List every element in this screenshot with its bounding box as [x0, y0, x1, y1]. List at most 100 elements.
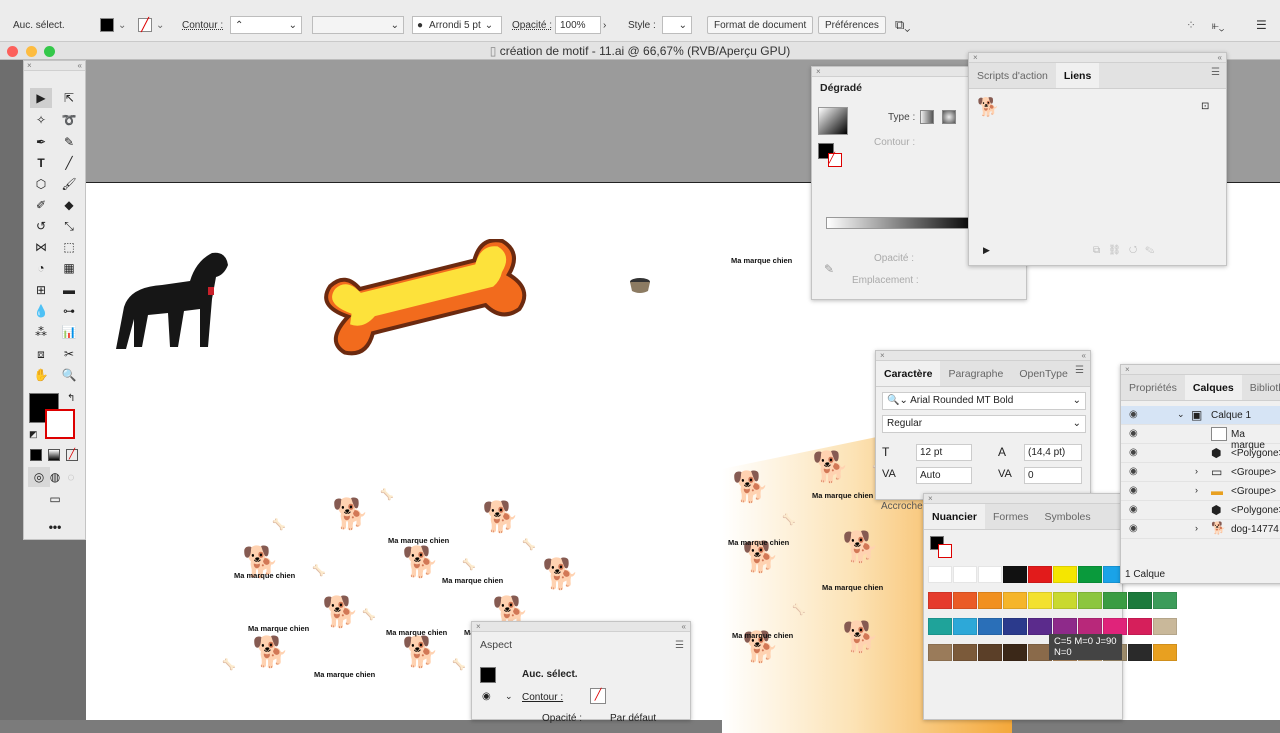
tab-opentype[interactable]: OpenType	[1011, 361, 1075, 386]
link-actions[interactable]: ⧉⛓↺✎	[1093, 245, 1162, 256]
stroke-weight-field[interactable]: ⌃ ⌄	[230, 15, 302, 35]
tab-character[interactable]: Caractère	[876, 361, 941, 386]
gradient-stroke-swatch[interactable]: ╱	[828, 153, 842, 167]
polygon-tool-icon[interactable]: ⬡	[30, 174, 52, 194]
close-panel-icon[interactable]: ×	[924, 494, 1122, 504]
close-window-icon[interactable]	[7, 46, 18, 57]
tab-links[interactable]: Liens	[1055, 63, 1100, 88]
minimize-window-icon[interactable]	[26, 46, 37, 57]
swatch[interactable]	[928, 644, 952, 661]
close-panel-icon[interactable]: ×	[880, 351, 885, 360]
line-tool-icon[interactable]: ╱	[58, 153, 80, 173]
swatch[interactable]	[953, 566, 977, 583]
panel-menu-icon[interactable]: ☰	[1075, 365, 1084, 376]
more-tools-icon[interactable]: •••	[44, 517, 66, 537]
none-mode-icon[interactable]: ╱	[66, 449, 78, 461]
appearance-stroke-label[interactable]: Contour :	[522, 692, 563, 703]
font-family-select[interactable]: 🔍⌄ Arial Rounded MT Bold ⌄	[882, 392, 1086, 410]
variable-width-select[interactable]: ⌄	[312, 15, 404, 35]
swatch[interactable]	[1028, 566, 1052, 583]
link-thumbnail-dog[interactable]: 🐕	[977, 97, 999, 118]
swatch[interactable]	[1128, 618, 1152, 635]
appearance-stroke-swatch[interactable]: ╱	[590, 688, 606, 704]
layer-row[interactable]: ◉ Ma marque	[1121, 425, 1280, 451]
kerning-field[interactable]: Auto	[916, 467, 972, 484]
gradient-swatch[interactable]	[818, 107, 848, 135]
swatch[interactable]	[1003, 618, 1027, 635]
width-tool-icon[interactable]: ⋈	[30, 237, 52, 257]
linear-gradient-icon[interactable]	[920, 110, 934, 124]
gradient-slider[interactable]	[826, 217, 976, 229]
layer-row[interactable]: ◉ ⬢ <Polygone>	[1121, 501, 1280, 520]
swatch[interactable]	[978, 644, 1002, 661]
scale-tool-icon[interactable]: ⤡	[58, 216, 80, 236]
eraser-tool-icon[interactable]: ◆	[58, 195, 80, 215]
close-panel-icon[interactable]: ×	[973, 53, 978, 62]
swatch[interactable]	[1078, 592, 1102, 609]
gradient-mode-icon[interactable]	[48, 449, 60, 461]
close-panel-icon[interactable]: ×	[27, 61, 32, 70]
mesh-tool-icon[interactable]: ⊞	[30, 280, 52, 300]
expand-chevron-icon[interactable]: ›	[1195, 523, 1198, 533]
artboard-tool-icon[interactable]: ⧈	[30, 344, 52, 364]
swatch[interactable]	[1078, 618, 1102, 635]
swatch[interactable]	[978, 618, 1002, 635]
collapse-panel-icon[interactable]: «	[1082, 351, 1086, 360]
swatch[interactable]	[928, 618, 952, 635]
free-transform-tool-icon[interactable]: ⬚	[58, 237, 80, 257]
visibility-icon[interactable]: ◉	[1129, 466, 1138, 477]
bone-image[interactable]	[312, 239, 542, 357]
tab-properties[interactable]: Propriétés	[1121, 375, 1185, 400]
swatch[interactable]	[1053, 618, 1077, 635]
collapse-panel-icon[interactable]: «	[682, 622, 686, 631]
visibility-icon[interactable]: ◉	[1129, 485, 1138, 496]
font-style-select[interactable]: Regular ⌄	[882, 415, 1086, 433]
expand-chevron-icon[interactable]: ⌄	[1177, 409, 1185, 420]
leading-field[interactable]: (14,4 pt)	[1024, 444, 1082, 461]
brand-text[interactable]: Ma marque chien	[731, 256, 792, 265]
preferences-button[interactable]: Préférences	[818, 15, 886, 35]
visibility-icon[interactable]: ◉	[1129, 504, 1138, 515]
grid-icon[interactable]: ⁘	[1186, 15, 1196, 35]
swatch[interactable]	[1053, 566, 1077, 583]
rotate-tool-icon[interactable]: ↺	[30, 216, 52, 236]
shaper-tool-icon[interactable]: ✐	[30, 195, 52, 215]
panel-menu-icon[interactable]: ☰	[1211, 67, 1220, 78]
gradient-tool-icon[interactable]: ▬	[58, 280, 80, 300]
zoom-tool-icon[interactable]: 🔍	[58, 365, 80, 385]
type-tool-icon[interactable]: T	[30, 153, 52, 173]
current-stroke-swatch[interactable]	[938, 544, 952, 558]
swatch[interactable]	[1128, 644, 1152, 661]
shape-builder-tool-icon[interactable]: ◔	[30, 258, 52, 278]
list-icon[interactable]: ☰	[1256, 15, 1267, 35]
brush-tool-icon[interactable]: 🖌	[58, 174, 80, 194]
visibility-icon[interactable]: ◉	[1129, 523, 1138, 534]
swatch[interactable]	[1028, 618, 1052, 635]
panel-menu-icon[interactable]: ☰	[675, 640, 684, 651]
eyedropper-icon[interactable]: ✎	[824, 262, 834, 276]
swatch[interactable]	[953, 618, 977, 635]
stroke-label[interactable]: Contour :	[182, 15, 223, 35]
blend-tool-icon[interactable]: ⊶	[58, 301, 80, 321]
symbol-sprayer-tool-icon[interactable]: ⁂	[30, 322, 52, 342]
draw-inside-icon[interactable]: ◌	[60, 467, 82, 487]
swatch[interactable]	[978, 592, 1002, 609]
swatch[interactable]	[953, 592, 977, 609]
collapse-panel-icon[interactable]: «	[78, 61, 82, 70]
curvature-tool-icon[interactable]: ✎	[58, 132, 80, 152]
close-panel-icon[interactable]: ×	[1121, 365, 1280, 375]
arrange-icon[interactable]: ⧉⌄	[895, 15, 910, 35]
direct-selection-tool-icon[interactable]: ⇱	[58, 88, 80, 108]
layer-row[interactable]: ◉ › ▬ <Groupe>	[1121, 482, 1280, 501]
eyedropper-tool-icon[interactable]: 💧	[30, 301, 52, 321]
visibility-icon[interactable]: ◉	[1129, 447, 1138, 458]
font-size-field[interactable]: 12 pt	[916, 444, 972, 461]
selection-tool-icon[interactable]: ▶	[30, 88, 52, 108]
tracking-field[interactable]: 0	[1024, 467, 1082, 484]
swatch[interactable]	[1003, 644, 1027, 661]
layer-row[interactable]: ◉ › 🐕 dog-14774	[1121, 520, 1280, 539]
tab-symbols[interactable]: Symboles	[1037, 504, 1099, 529]
graph-tool-icon[interactable]: 📊	[58, 322, 80, 342]
expand-chevron-icon[interactable]: ›	[1195, 485, 1198, 495]
screen-mode-icon[interactable]: ▭	[44, 489, 66, 509]
